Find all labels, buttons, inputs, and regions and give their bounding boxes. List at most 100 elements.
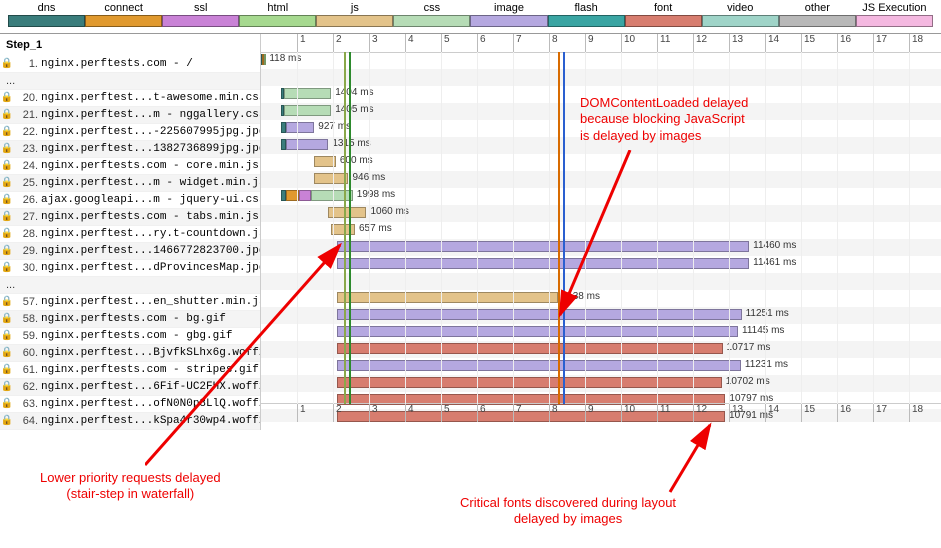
tick: 7 [513,34,522,52]
tick: 11 [657,404,670,422]
request-row: 🔒23.nginx.perftest...1382736899jpg.jpg [0,141,260,158]
duration-label: 11145 ms [742,325,784,336]
ruler-top: 123456789101112131415161718 [261,34,941,53]
bar-row: 1060 ms [261,205,941,222]
annotation-stairstep: Lower priority requests delayed(stair-st… [40,470,221,503]
event-marker [558,52,560,404]
bar-row: 11231 ms [261,358,941,375]
legend-connect: connect [85,2,162,27]
legend-font: font [625,2,702,27]
tick: 9 [585,34,594,52]
request-row: ... [0,277,260,294]
bar-row: 600 ms [261,154,941,171]
legend-video: video [702,2,779,27]
tick: 11 [657,34,670,52]
lock-icon: 🔒 [0,362,14,378]
tick: 1 [297,34,306,52]
duration-label: 1404 ms [335,87,373,98]
lock-icon: 🔒 [0,379,14,395]
timing-segment [299,190,312,201]
tick: 8 [549,34,558,52]
request-row: 🔒62.nginx.perftest...6Fif-UC2FHX.woff2 [0,379,260,396]
request-row: ... [0,73,260,90]
tick: 12 [693,34,707,52]
duration-label: 1405 ms [335,104,373,115]
lock-icon: 🔒 [0,124,14,140]
legend-image: image [470,2,547,27]
legend-other: other [779,2,856,27]
request-row: 🔒25.nginx.perftest...m - widget.min.js [0,175,260,192]
request-row: 🔒60.nginx.perftest...BjvfkSLhx6g.woff2 [0,345,260,362]
request-row: 🔒59.nginx.perftests.com - gbg.gif [0,328,260,345]
duration-label: 6138 ms [562,291,600,302]
event-marker [349,52,351,404]
bar-row: 10717 ms [261,341,941,358]
request-row: 🔒28.nginx.perftest...ry.t-countdown.js [0,226,260,243]
step-label: Step_1 [0,34,260,56]
legend-html: html [239,2,316,27]
duration-label: 1998 ms [357,189,395,200]
lock-icon: 🔒 [0,396,14,412]
tick: 5 [441,404,450,422]
tick: 15 [801,34,815,52]
legend-dns: dns [8,2,85,27]
lock-icon: 🔒 [0,345,14,361]
duration-label: 10702 ms [726,376,770,387]
tick: 4 [405,404,414,422]
bar-row [261,69,941,86]
timing-segment [337,326,738,337]
tick: 17 [873,34,887,52]
timing-segment [284,105,331,116]
timing-segment [337,309,742,320]
lock-icon: 🔒 [0,209,14,225]
tick: 14 [765,34,779,52]
bar-row: 946 ms [261,171,941,188]
annotation-domcontentloaded: DOMContentLoaded delayedbecause blocking… [580,95,748,144]
request-row: 🔒21.nginx.perftest...m - nggallery.css [0,107,260,124]
duration-label: 11251 ms [746,308,789,319]
request-row: 🔒63.nginx.perftest...ofN0N0p8LlQ.woff2 [0,396,260,413]
request-row: 🔒26.ajax.googleapi...m - jquery-ui.css [0,192,260,209]
duration-label: 657 ms [359,223,392,234]
tick: 17 [873,404,887,422]
lock-icon: 🔒 [0,90,14,106]
legend-flash: flash [548,2,625,27]
tick: 13 [729,34,743,52]
duration-label: 1060 ms [370,206,408,217]
lock-icon: 🔒 [0,56,14,72]
event-marker [344,52,346,404]
ruler-bot: 123456789101112131415161718 [261,403,941,422]
tick: 3 [369,404,378,422]
legend: dnsconnectsslhtmljscssimageflashfontvide… [0,0,941,33]
bar-row: 11251 ms [261,307,941,324]
timing-segment [337,343,723,354]
tick: 7 [513,404,522,422]
lock-icon: 🔒 [0,328,14,344]
lock-icon: 🔒 [0,294,14,310]
tick: 1 [297,404,306,422]
duration-label: 10717 ms [727,342,771,353]
request-row: 🔒61.nginx.perftests.com - stripes.gif [0,362,260,379]
annotation-fonts: Critical fonts discovered during layoutd… [460,495,676,528]
arrow-3 [660,420,720,495]
legend-js: js [316,2,393,27]
lock-icon: 🔒 [0,192,14,208]
tick: 6 [477,34,486,52]
tick: 14 [765,404,779,422]
timing-segment [337,377,722,388]
request-row: 🔒30.nginx.perftest...dProvincesMap.jpg [0,260,260,277]
bar-row: 10702 ms [261,375,941,392]
duration-label: 1315 ms [332,138,370,149]
tick: 4 [405,34,414,52]
timing-segment [264,54,266,65]
bar-row: 657 ms [261,222,941,239]
request-row: 🔒24.nginx.perftests.com - core.min.js [0,158,260,175]
request-row: 🔒22.nginx.perftest...-225607995jpg.jpg [0,124,260,141]
timing-segment [286,139,328,150]
request-row: 🔒58.nginx.perftests.com - bg.gif [0,311,260,328]
bar-row: 11461 ms [261,256,941,273]
timeline: 123456789101112131415161718 118 ms1404 m… [261,34,941,422]
duration-label: 927 ms [318,121,351,132]
tick: 10 [621,404,635,422]
request-list: Step_1 🔒1.nginx.perftests.com - /...🔒20.… [0,34,261,430]
